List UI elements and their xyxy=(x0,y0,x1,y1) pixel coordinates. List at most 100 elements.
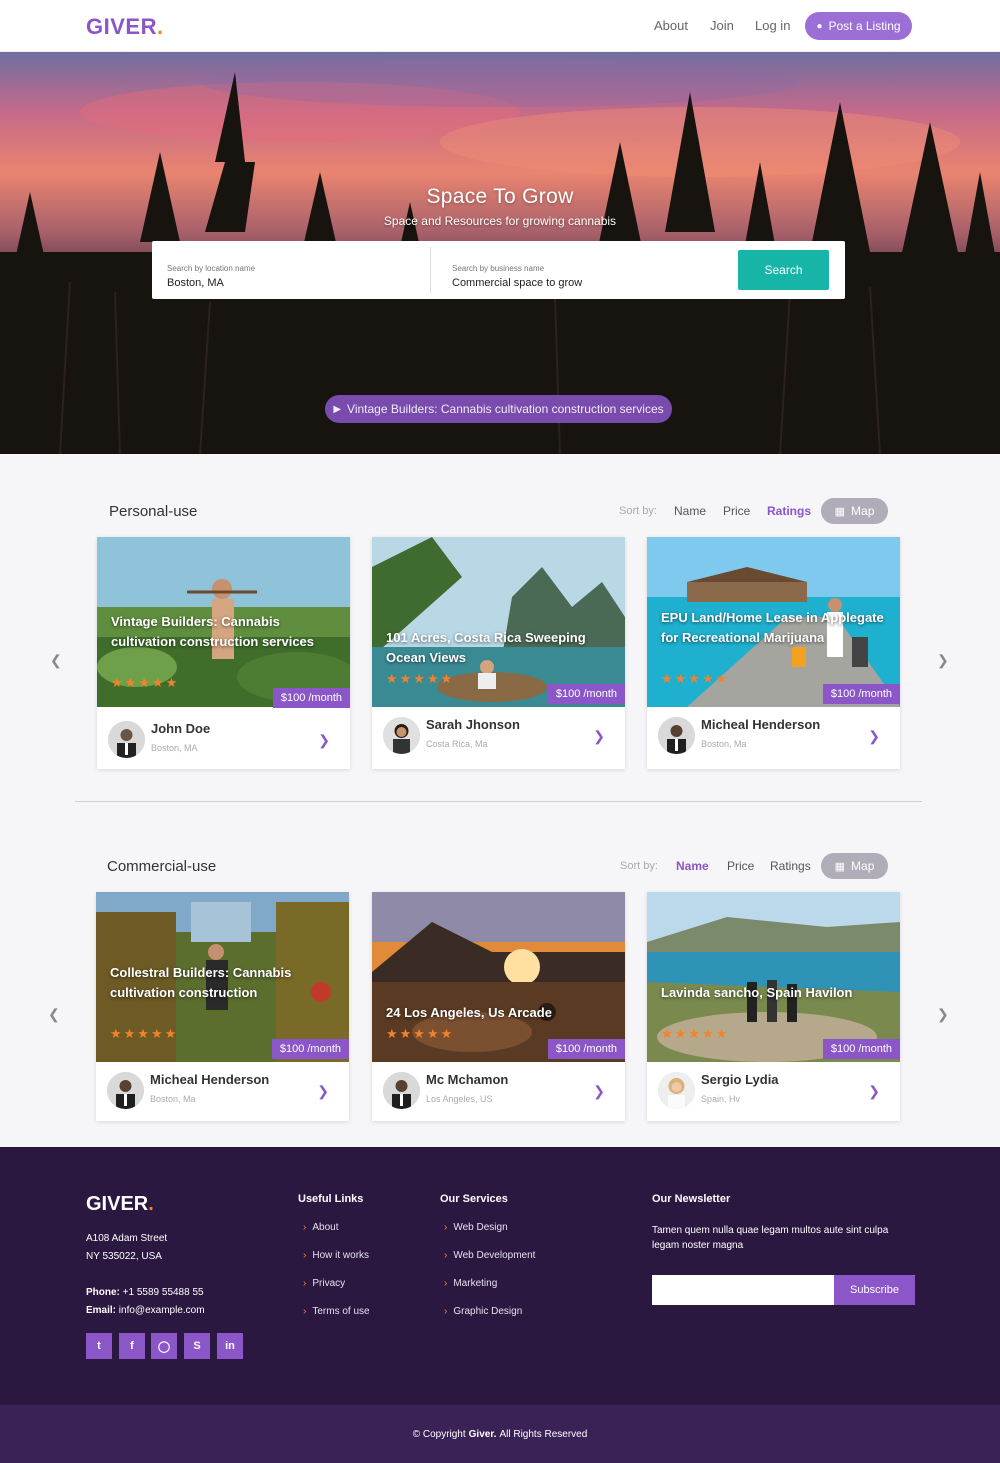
footer-logo[interactable]: GIVER. xyxy=(86,1193,154,1216)
map-icon: ▦ xyxy=(834,505,846,518)
listing-card[interactable]: EPU Land/Home Lease in Applegate for Rec… xyxy=(647,537,900,769)
featured-listing-pill[interactable]: ▶ Vintage Builders: Cannabis cultivation… xyxy=(325,395,672,423)
map-icon: ▦ xyxy=(834,860,846,873)
avatar xyxy=(107,1072,144,1109)
copyright-bar: © Copyright Giver. All Rights Reserved xyxy=(0,1405,1000,1463)
section-title-commercial: Commercial-use xyxy=(107,858,217,875)
linkedin-icon[interactable]: in xyxy=(217,1333,243,1359)
avatar xyxy=(383,1072,420,1109)
rating-stars-icon: ★★★★★ xyxy=(386,671,455,686)
address-line-2: NY 535022, USA xyxy=(86,1251,162,1262)
footer-service-graphic-design[interactable]: › Graphic Design xyxy=(444,1306,522,1317)
business-label: Search by business name xyxy=(452,264,545,273)
rating-stars-icon: ★★★★★ xyxy=(661,671,730,686)
sort-price[interactable]: Price xyxy=(727,859,754,873)
subscribe-button[interactable]: Subscribe xyxy=(834,1275,915,1305)
email-text: Email: info@example.com xyxy=(86,1305,205,1316)
owner-location: Boston, MA xyxy=(151,743,198,753)
sort-label: Sort by: xyxy=(620,860,658,872)
price-badge: $100 /month xyxy=(822,1039,900,1059)
listing-title: 101 Acres, Costa Rica Sweeping Ocean Vie… xyxy=(386,630,586,665)
price-badge: $100 /month xyxy=(822,684,900,704)
owner-name: Micheal Henderson xyxy=(701,717,821,732)
listing-title: Collestral Builders: Cannabis cultivatio… xyxy=(110,965,292,1000)
listing-card[interactable]: Collestral Builders: Cannabis cultivatio… xyxy=(96,892,349,1121)
carousel-next-icon[interactable]: ❯ xyxy=(937,1006,949,1023)
business-search-field[interactable]: Search by business name Commercial space… xyxy=(452,241,722,299)
nav-about[interactable]: About xyxy=(654,18,688,33)
owner-location: Boston, Ma xyxy=(701,739,747,749)
newsletter-text: Tamen quem nulla quae legam multos aute … xyxy=(652,1225,889,1251)
owner-name: Sergio Lydia xyxy=(701,1072,779,1087)
chevron-right-icon[interactable]: ❯ xyxy=(593,1083,605,1100)
avatar xyxy=(108,721,145,758)
hero-subtitle: Space and Resources for growing cannabis xyxy=(383,214,617,228)
owner-location: Spain, Hv xyxy=(701,1094,741,1104)
sort-ratings[interactable]: Ratings xyxy=(767,504,811,518)
owner-location: Los Angeles, US xyxy=(426,1094,493,1104)
sort-label: Sort by: xyxy=(619,505,657,517)
owner-name: Mc Mchamon xyxy=(426,1072,509,1087)
post-listing-button[interactable]: ● Post a Listing xyxy=(805,12,912,40)
footer-link-terms[interactable]: › Terms of use xyxy=(303,1306,370,1317)
section-title-personal: Personal-use xyxy=(109,503,198,520)
footer-service-web-development[interactable]: › Web Development xyxy=(444,1250,535,1261)
rating-stars-icon: ★★★★★ xyxy=(661,1026,730,1041)
chevron-right-icon[interactable]: ❯ xyxy=(868,1083,880,1100)
search-button[interactable]: Search xyxy=(738,250,829,290)
top-navbar: GIVER. About Join Log in ● Post a Listin… xyxy=(0,0,1000,52)
search-box: Search by location name Boston, MA Searc… xyxy=(152,241,845,299)
listing-card[interactable]: Lavinda sancho, Spain Havilon ★★★★★ $100… xyxy=(647,892,900,1121)
location-search-field[interactable]: Search by location name Boston, MA xyxy=(167,241,427,299)
twitter-icon[interactable]: t xyxy=(86,1333,112,1359)
listing-title: Vintage Builders: Cannabis cultivation c… xyxy=(111,614,315,649)
logo[interactable]: GIVER. xyxy=(86,14,164,40)
carousel-prev-icon[interactable]: ❮ xyxy=(48,1006,60,1023)
location-input[interactable]: Boston, MA xyxy=(167,277,224,289)
newsletter-email-input[interactable] xyxy=(652,1275,834,1305)
listing-card[interactable]: Vintage Builders: Cannabis cultivation c… xyxy=(97,537,350,769)
price-badge: $100 /month xyxy=(272,688,350,708)
newsletter-heading: Our Newsletter xyxy=(652,1193,731,1205)
footer: GIVER. A108 Adam Street NY 535022, USA P… xyxy=(0,1147,1000,1405)
footer-service-web-design[interactable]: › Web Design xyxy=(444,1222,508,1233)
phone-text: Phone: +1 5589 55488 55 xyxy=(86,1287,204,1298)
price-badge: $100 /month xyxy=(271,1039,349,1059)
sort-name[interactable]: Name xyxy=(676,859,709,873)
play-icon: ▶ xyxy=(333,403,342,415)
rating-stars-icon: ★★★★★ xyxy=(111,675,180,690)
sort-ratings[interactable]: Ratings xyxy=(770,859,811,873)
facebook-icon[interactable]: f xyxy=(119,1333,145,1359)
sort-price[interactable]: Price xyxy=(723,504,750,518)
map-button[interactable]: ▦ Map xyxy=(821,853,888,879)
carousel-next-icon[interactable]: ❯ xyxy=(937,652,949,669)
services-heading: Our Services xyxy=(440,1193,508,1205)
hero-banner: Space To Grow Space and Resources for gr… xyxy=(0,52,1000,454)
footer-link-how-it-works[interactable]: › How it works xyxy=(303,1250,369,1261)
business-input[interactable]: Commercial space to grow xyxy=(452,277,582,289)
skype-icon[interactable]: S xyxy=(184,1333,210,1359)
footer-link-privacy[interactable]: › Privacy xyxy=(303,1278,345,1289)
chevron-right-icon[interactable]: ❯ xyxy=(317,1083,329,1100)
instagram-icon[interactable]: ◯ xyxy=(151,1333,177,1359)
chevron-right-icon[interactable]: ❯ xyxy=(318,732,330,749)
footer-link-about[interactable]: › About xyxy=(303,1222,338,1233)
price-badge: $100 /month xyxy=(547,684,625,704)
chevron-right-icon[interactable]: ❯ xyxy=(868,728,880,745)
listing-card[interactable]: 101 Acres, Costa Rica Sweeping Ocean Vie… xyxy=(372,537,625,769)
listing-card[interactable]: 24 Los Angeles, Us Arcade ★★★★★ $100 /mo… xyxy=(372,892,625,1121)
carousel-prev-icon[interactable]: ❮ xyxy=(50,652,62,669)
map-pin-icon: ● xyxy=(816,20,823,32)
footer-service-marketing[interactable]: › Marketing xyxy=(444,1278,497,1289)
owner-name: Sarah Jhonson xyxy=(426,717,520,732)
hero-title: Space To Grow xyxy=(426,185,574,208)
avatar xyxy=(658,717,695,754)
avatar xyxy=(383,717,420,754)
nav-login[interactable]: Log in xyxy=(755,18,790,33)
owner-location: Boston, Ma xyxy=(150,1094,196,1104)
map-button[interactable]: ▦ Map xyxy=(821,498,888,524)
sort-name[interactable]: Name xyxy=(674,504,706,518)
listing-title: EPU Land/Home Lease in Applegate for Rec… xyxy=(661,610,884,645)
nav-join[interactable]: Join xyxy=(710,18,734,33)
chevron-right-icon[interactable]: ❯ xyxy=(593,728,605,745)
